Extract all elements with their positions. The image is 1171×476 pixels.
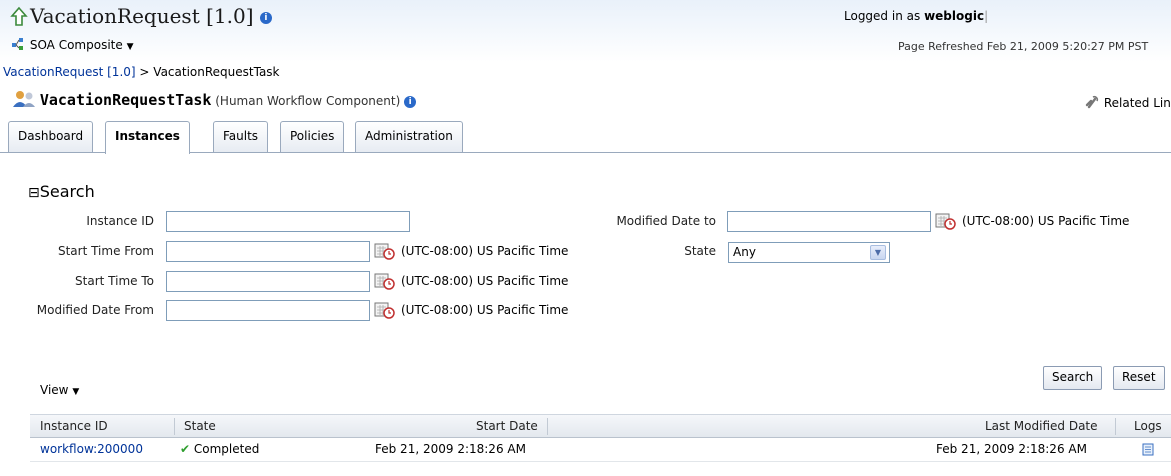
column-header-state[interactable]: State [184,419,216,433]
timezone-label: (UTC-08:00) US Pacific Time [401,274,569,288]
tab-dashboard[interactable]: Dashboard [8,121,94,153]
column-divider [1115,418,1116,435]
instance-id-link[interactable]: workflow:200000 [40,442,143,456]
reset-button[interactable]: Reset [1113,366,1165,390]
tab-policies[interactable]: Policies [280,121,345,153]
component-title: VacationRequestTask (Human Workflow Comp… [12,90,417,109]
calendar-icon[interactable] [374,272,396,290]
start-time-to-input[interactable] [166,271,370,292]
results-table-header: Instance ID State Start Date Last Modifi… [30,414,1171,438]
state-cell: ✔ Completed [180,442,259,456]
column-header-instance-id[interactable]: Instance ID [40,419,108,433]
search-button[interactable]: Search [1043,366,1103,390]
dropdown-arrow-icon[interactable]: ▼ [870,245,886,260]
state-value: Completed [193,442,260,456]
column-header-logs[interactable]: Logs [1134,419,1162,433]
tab-instances[interactable]: Instances [105,121,190,154]
composite-icon [12,38,23,50]
column-header-start-date[interactable]: Start Date [476,419,538,433]
logged-in-prefix: Logged in as [844,9,921,23]
modified-date-to-label: Modified Date to [616,214,716,228]
page-refreshed-text: Page Refreshed Feb 21, 2009 5:20:27 PM P… [898,40,1149,53]
calendar-icon[interactable] [374,301,396,319]
modified-date-from-label: Modified Date From [36,303,154,317]
tab-administration[interactable]: Administration [355,121,463,153]
chevron-down-icon: ▼ [72,387,80,397]
collapse-icon[interactable]: ⊟ [28,185,40,201]
logged-in-user[interactable]: weblogic [924,9,984,23]
state-label: State [684,244,716,258]
start-time-from-input[interactable] [166,241,370,262]
timezone-label: (UTC-08:00) US Pacific Time [401,303,569,317]
chevron-down-icon: ▼ [126,42,134,52]
instance-id-label: Instance ID [86,214,154,228]
calendar-icon[interactable] [374,242,396,260]
log-icon[interactable] [1142,443,1154,456]
soa-composite-label: SOA Composite [29,38,123,52]
view-menu-label: View [40,383,69,397]
column-divider [174,418,175,435]
breadcrumb-separator: > [139,65,150,79]
start-time-to-label: Start Time To [75,274,154,288]
last-modified-cell: Feb 21, 2009 2:18:26 AM [936,442,1087,456]
info-icon[interactable]: i [259,11,272,24]
check-icon: ✔ [180,442,191,456]
soa-composite-menu[interactable]: SOA Composite ▼ [12,38,134,52]
related-link-icon [1085,95,1099,109]
breadcrumb-root-link[interactable]: VacationRequest [1.0] [3,65,136,79]
timezone-label: (UTC-08:00) US Pacific Time [401,244,569,258]
start-time-from-label: Start Time From [57,244,154,258]
up-arrow-icon[interactable] [10,6,28,28]
breadcrumb-current: VacationRequestTask [153,65,280,79]
timezone-label: (UTC-08:00) US Pacific Time [962,214,1130,228]
search-title: Search [39,182,95,201]
instance-id-input[interactable] [166,211,410,232]
column-divider [547,418,548,435]
component-name: VacationRequestTask [39,91,212,109]
info-icon[interactable]: i [404,95,417,108]
column-header-last-modified-date[interactable]: Last Modified Date [985,419,1098,433]
table-row[interactable]: workflow:200000 ✔ Completed Feb 21, 2009… [30,438,1171,462]
calendar-icon[interactable] [935,212,957,230]
related-link-label: Related Link [1103,96,1171,110]
logged-in-status: Logged in as weblogic| [844,9,989,23]
tab-faults[interactable]: Faults [213,121,269,153]
search-section-header[interactable]: ⊟Search [28,182,95,201]
start-date-cell: Feb 21, 2009 2:18:26 AM [375,442,526,456]
breadcrumb: VacationRequest [1.0] > VacationRequestT… [3,65,280,79]
component-type: (Human Workflow Component) [215,94,401,108]
state-select[interactable]: Any ▼ [728,242,890,263]
modified-date-from-input[interactable] [166,300,370,321]
related-link[interactable]: Related Link [1084,94,1171,110]
state-select-value: Any [733,245,756,259]
modified-date-to-input[interactable] [727,211,931,232]
view-menu[interactable]: View ▼ [40,383,79,397]
component-icon [13,91,35,107]
app-title: VacationRequest [1.0] i [30,4,272,28]
app-title-text: VacationRequest [1.0] [30,4,254,28]
